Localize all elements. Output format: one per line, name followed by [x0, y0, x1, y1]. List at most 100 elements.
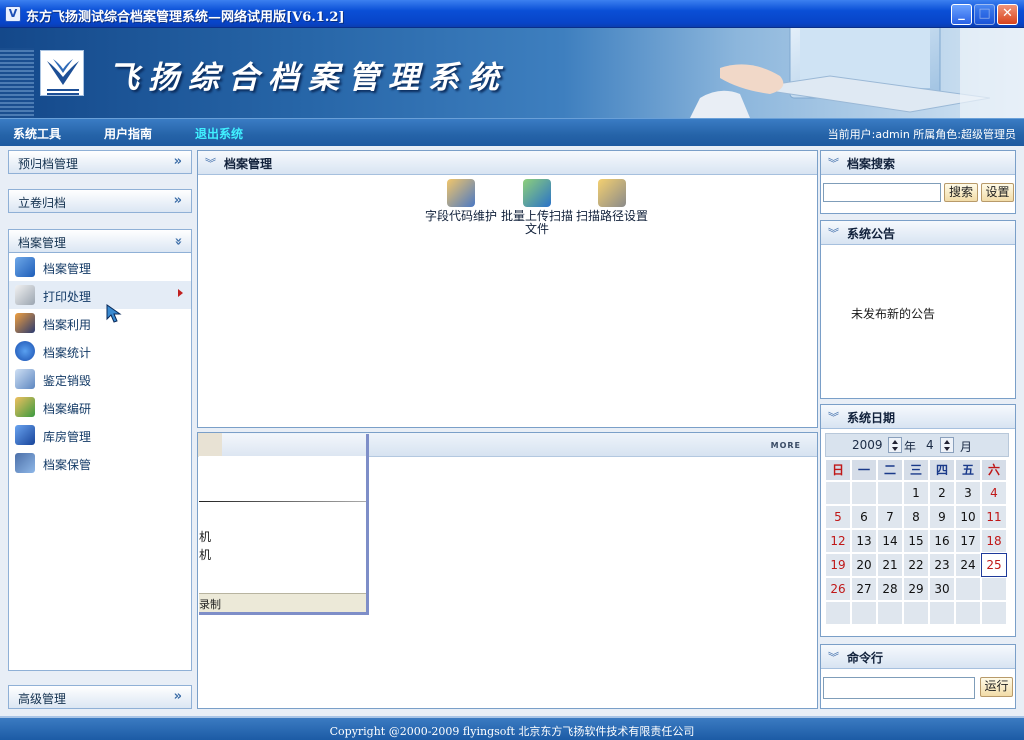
users-icon — [15, 397, 35, 417]
calendar-day[interactable]: 22 — [903, 553, 929, 577]
calendar-day[interactable]: 7 — [877, 505, 903, 529]
sidebar-section-archive-mgmt[interactable]: 档案管理 » — [8, 229, 192, 253]
month-spinner[interactable] — [940, 437, 954, 453]
sidebar-item-compilation[interactable]: 档案编研 — [9, 393, 191, 421]
calendar-day[interactable]: 30 — [929, 577, 955, 601]
calendar-day[interactable]: 6 — [851, 505, 877, 529]
footer: Copyright @2000-2009 flyingsoft 北京东方飞扬软件… — [0, 716, 1024, 740]
calendar-weekday: 一 — [851, 459, 877, 481]
calendar-day[interactable]: 8 — [903, 505, 929, 529]
settings-button[interactable]: 设置 — [981, 183, 1014, 202]
calendar-day[interactable]: 19 — [825, 553, 851, 577]
sidebar-item-appraise-destroy[interactable]: 鉴定销毁 — [9, 365, 191, 393]
calendar-day[interactable]: 26 — [825, 577, 851, 601]
calendar-day[interactable]: 3 — [955, 481, 981, 505]
window-title: 东方飞扬测试综合档案管理系统—网络试用版[V6.1.2] — [26, 10, 345, 25]
minimize-button[interactable]: _ — [951, 4, 972, 25]
sidebar-item-statistics[interactable]: 档案统计 — [9, 337, 191, 365]
calendar-day[interactable]: 10 — [955, 505, 981, 529]
double-chevron-right-icon: » — [173, 154, 182, 169]
calendar-day[interactable]: 18 — [981, 529, 1007, 553]
calendar-day[interactable]: 2 — [929, 481, 955, 505]
field-code-maintenance-shortcut[interactable]: 字段代码维护 — [423, 179, 499, 223]
calendar-day[interactable]: 5 — [825, 505, 851, 529]
calendar-day[interactable]: 12 — [825, 529, 851, 553]
copyright-text: Copyright @2000-2009 flyingsoft 北京东方飞扬软件… — [329, 725, 695, 738]
calendar-day — [955, 577, 981, 601]
sidebar-item-label: 鉴定销毁 — [43, 374, 92, 388]
calendar-day[interactable]: 15 — [903, 529, 929, 553]
popup-divider — [199, 501, 366, 502]
calendar-day[interactable]: 11 — [981, 505, 1007, 529]
calendar-day[interactable]: 17 — [955, 529, 981, 553]
popup-row: 机 — [199, 530, 212, 544]
year-spinner[interactable] — [888, 437, 902, 453]
calendar-day[interactable]: 21 — [877, 553, 903, 577]
double-chevron-right-icon: » — [173, 193, 182, 208]
chevron-down-icon: ︾ — [828, 651, 839, 664]
company-logo — [40, 50, 84, 96]
sidebar-item-archive-management[interactable]: 档案管理 — [9, 253, 191, 281]
panel-title: 系统日期 — [847, 411, 896, 425]
calendar-day[interactable]: 1 — [903, 481, 929, 505]
calendar-day[interactable]: 24 — [955, 553, 981, 577]
month-label: 月 — [960, 440, 973, 454]
sidebar-section-filing[interactable]: 立卷归档 » — [8, 189, 192, 213]
sidebar-section-label: 高级管理 — [18, 692, 67, 706]
panel-header: ︾ 系统日期 — [821, 405, 1015, 429]
sidebar-menu: 档案管理 打印处理 档案利用 档案统计 鉴定销毁 档案编研 库房管理 档案保管 — [8, 253, 192, 671]
calendar-day[interactable]: 23 — [929, 553, 955, 577]
calendar-day — [877, 601, 903, 625]
minimize-icon: _ — [958, 6, 965, 21]
more-link[interactable]: MORE — [771, 441, 801, 450]
calendar-day[interactable]: 27 — [851, 577, 877, 601]
chevron-down-icon: ︾ — [828, 411, 839, 424]
calendar-day — [903, 601, 929, 625]
archive-use-icon — [15, 313, 35, 333]
run-button[interactable]: 运行 — [980, 677, 1013, 697]
calendar-week-row: 12 13 14 15 16 17 18 — [825, 529, 1009, 553]
calendar-day[interactable]: 29 — [903, 577, 929, 601]
sidebar-item-label: 档案保管 — [43, 458, 92, 472]
calendar-day[interactable]: 4 — [981, 481, 1007, 505]
calendar-weekday-row: 日一二三四五六 — [825, 459, 1009, 481]
calendar-day[interactable]: 25 — [981, 553, 1007, 577]
sidebar-item-label: 打印处理 — [43, 290, 92, 304]
storage-icon — [15, 425, 35, 445]
panel-header: ︾ 档案搜索 — [821, 151, 1015, 175]
year-label: 年 — [904, 440, 917, 454]
search-input[interactable] — [823, 183, 941, 202]
menu-exit-system[interactable]: 退出系统 — [195, 125, 243, 142]
sidebar-item-print[interactable]: 打印处理 — [9, 281, 191, 309]
menu-system-tools[interactable]: 系统工具 — [13, 125, 61, 142]
banner-title: 飞扬综合档案管理系统 — [108, 60, 508, 96]
calendar-year: 2009 — [852, 438, 883, 452]
maximize-button: □ — [974, 4, 995, 25]
command-input[interactable] — [823, 677, 975, 699]
close-button[interactable]: ✕ — [997, 4, 1018, 25]
scan-path-settings-shortcut[interactable]: 扫描路径设置 — [574, 179, 650, 223]
banner-stripes — [0, 48, 34, 118]
calendar-day[interactable]: 14 — [877, 529, 903, 553]
calendar-day[interactable]: 13 — [851, 529, 877, 553]
calendar-day[interactable]: 16 — [929, 529, 955, 553]
calendar-day[interactable]: 9 — [929, 505, 955, 529]
sidebar-item-custody[interactable]: 档案保管 — [9, 449, 191, 477]
search-button[interactable]: 搜索 — [944, 183, 978, 202]
sidebar-section-advanced[interactable]: 高级管理 » — [8, 685, 192, 709]
calendar-week-row: 1234 — [825, 481, 1009, 505]
shortcut-label: 字段代码维护 — [424, 209, 497, 223]
sidebar-item-storage[interactable]: 库房管理 — [9, 421, 191, 449]
calendar-day[interactable]: 28 — [877, 577, 903, 601]
batch-upload-shortcut[interactable]: 批量上传扫描文件 — [499, 179, 575, 236]
calendar-day[interactable]: 20 — [851, 553, 877, 577]
sidebar-item-archive-use[interactable]: 档案利用 — [9, 309, 191, 337]
info-icon — [15, 341, 35, 361]
sidebar-item-label: 库房管理 — [43, 430, 92, 444]
panel-title: 档案搜索 — [847, 157, 896, 171]
calendar-day — [851, 601, 877, 625]
chevron-down-icon: ︾ — [205, 157, 216, 170]
sidebar-section-pre-archive[interactable]: 预归档管理 » — [8, 150, 192, 174]
menu-user-guide[interactable]: 用户指南 — [104, 125, 152, 142]
chevron-down-icon: ︾ — [828, 157, 839, 170]
